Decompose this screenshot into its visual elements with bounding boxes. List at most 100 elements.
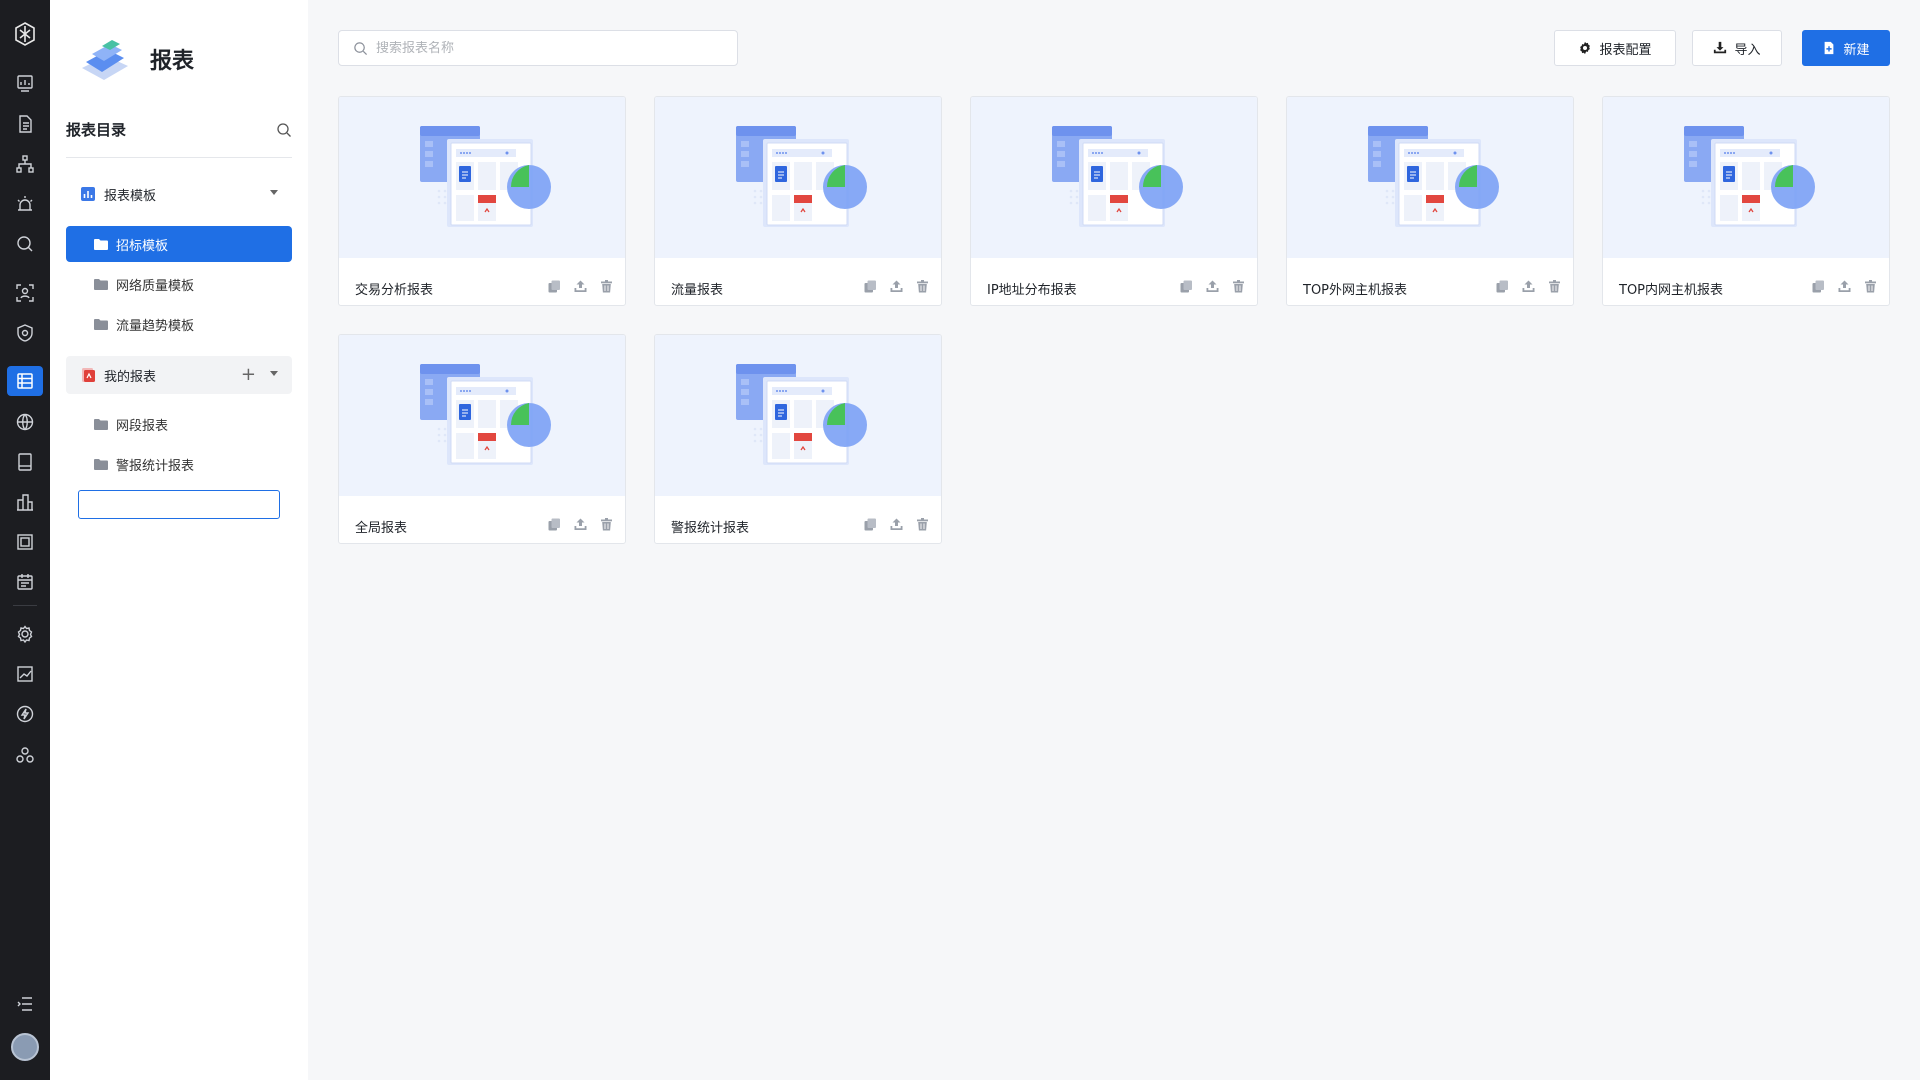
- copy-icon[interactable]: [545, 515, 563, 533]
- gear-icon: [1580, 41, 1591, 55]
- alarm-icon[interactable]: [14, 193, 36, 215]
- folder-icon: [94, 238, 108, 250]
- report-illustration-icon: [1368, 126, 1499, 227]
- chevron-down-icon[interactable]: [270, 190, 278, 195]
- copy-icon[interactable]: [545, 277, 563, 295]
- report-thumbnail: [339, 335, 625, 496]
- export-icon[interactable]: [1835, 277, 1853, 295]
- export-icon[interactable]: [571, 277, 589, 295]
- delete-icon[interactable]: [597, 515, 615, 533]
- report-illustration-icon: [736, 364, 867, 465]
- catalog-item-tender-template[interactable]: 招标模板: [66, 226, 292, 262]
- delete-icon[interactable]: [1545, 277, 1563, 295]
- add-folder-icon[interactable]: +: [241, 366, 256, 384]
- copy-icon[interactable]: [1809, 277, 1827, 295]
- catalog-header: 报表目录: [66, 118, 292, 158]
- report-thumbnail: [339, 97, 625, 258]
- report-card-actions: [1485, 277, 1563, 295]
- new-report-button[interactable]: 新建: [1802, 30, 1890, 66]
- delete-icon[interactable]: [597, 277, 615, 295]
- report-card-3[interactable]: TOP外网主机报表: [1286, 96, 1574, 306]
- report-card-name: 警报统计报表: [671, 521, 750, 536]
- catalog-search-icon[interactable]: [276, 122, 292, 138]
- report-card-5[interactable]: 全局报表: [338, 334, 626, 544]
- group-label: 报表模板: [104, 188, 157, 204]
- export-icon[interactable]: [1203, 277, 1221, 295]
- security-shield-icon[interactable]: [14, 322, 36, 344]
- left-rail: [0, 0, 50, 1080]
- report-config-label: 报表配置: [1599, 42, 1652, 58]
- delete-icon[interactable]: [913, 515, 931, 533]
- export-icon[interactable]: [887, 515, 905, 533]
- report-illustration-icon: [420, 126, 551, 227]
- report-logo-icon: [82, 40, 128, 80]
- report-card-2[interactable]: IP地址分布报表: [970, 96, 1258, 306]
- report-card-4[interactable]: TOP内网主机报表: [1602, 96, 1890, 306]
- catalog-item-segment-report[interactable]: 网段报表: [66, 406, 292, 442]
- report-card-actions: [853, 515, 931, 533]
- app-logo[interactable]: [11, 20, 39, 48]
- folder-icon: [94, 318, 108, 330]
- report-card-name: 流量报表: [671, 283, 724, 298]
- trend-icon[interactable]: [14, 663, 36, 685]
- export-icon[interactable]: [887, 277, 905, 295]
- report-icon[interactable]: [7, 366, 43, 396]
- flash-icon[interactable]: [14, 703, 36, 725]
- catalog-item-network-quality-template[interactable]: 网络质量模板: [66, 266, 292, 302]
- search-icon: [354, 41, 368, 55]
- report-config-button[interactable]: 报表配置: [1554, 30, 1676, 66]
- calendar-icon[interactable]: [14, 571, 36, 593]
- settings-icon[interactable]: [14, 623, 36, 645]
- cluster-icon[interactable]: [14, 744, 36, 766]
- user-avatar[interactable]: [11, 1033, 39, 1061]
- report-card-actions: [537, 515, 615, 533]
- report-thumbnail: [655, 97, 941, 258]
- document-icon[interactable]: [14, 113, 36, 135]
- download-icon: [1714, 41, 1727, 54]
- report-search-input[interactable]: [376, 40, 716, 56]
- catalog-item-label: 网段报表: [116, 418, 169, 434]
- group-report-templates[interactable]: 报表模板: [66, 175, 292, 213]
- new-folder-name-input[interactable]: [78, 490, 280, 519]
- report-search-box[interactable]: [338, 30, 738, 66]
- face-scan-icon[interactable]: [14, 282, 36, 304]
- new-report-label: 新建: [1843, 42, 1870, 58]
- delete-icon[interactable]: [1229, 277, 1247, 295]
- report-card-0[interactable]: 交易分析报表: [338, 96, 626, 306]
- globe-icon[interactable]: [14, 411, 36, 433]
- copy-icon[interactable]: [1177, 277, 1195, 295]
- page-title: 报表: [150, 49, 195, 74]
- delete-icon[interactable]: [913, 277, 931, 295]
- catalog-item-traffic-trend-template[interactable]: 流量趋势模板: [66, 306, 292, 342]
- catalog-item-label: 警报统计报表: [116, 458, 195, 474]
- import-label: 导入: [1734, 42, 1761, 58]
- chart-folder-icon: [81, 187, 95, 201]
- collapse-menu-icon[interactable]: [14, 993, 36, 1015]
- copy-icon[interactable]: [1493, 277, 1511, 295]
- export-icon[interactable]: [571, 515, 589, 533]
- folder-icon: [94, 278, 108, 290]
- catalog-item-alarm-stat-report[interactable]: 警报统计报表: [66, 446, 292, 482]
- report-card-name: TOP内网主机报表: [1619, 283, 1724, 298]
- report-card-1[interactable]: 流量报表: [654, 96, 942, 306]
- report-illustration-icon: [420, 364, 551, 465]
- catalog-item-label: 流量趋势模板: [116, 318, 195, 334]
- import-button[interactable]: 导入: [1692, 30, 1782, 66]
- delete-icon[interactable]: [1861, 277, 1879, 295]
- copy-icon[interactable]: [861, 277, 879, 295]
- export-icon[interactable]: [1519, 277, 1537, 295]
- report-thumbnail: [655, 335, 941, 496]
- copy-icon[interactable]: [861, 515, 879, 533]
- report-card-6[interactable]: 警报统计报表: [654, 334, 942, 544]
- search-icon[interactable]: [14, 233, 36, 255]
- device-icon[interactable]: [14, 451, 36, 473]
- group-my-reports[interactable]: 我的报表 +: [66, 356, 292, 394]
- dashboard-icon[interactable]: [14, 72, 36, 94]
- chip-icon[interactable]: [14, 531, 36, 553]
- building-icon[interactable]: [14, 491, 36, 513]
- topology-icon[interactable]: [14, 153, 36, 175]
- chevron-down-icon[interactable]: [270, 371, 278, 376]
- report-illustration-icon: [736, 126, 867, 227]
- catalog-item-label: 网络质量模板: [116, 278, 195, 294]
- report-card-actions: [853, 277, 931, 295]
